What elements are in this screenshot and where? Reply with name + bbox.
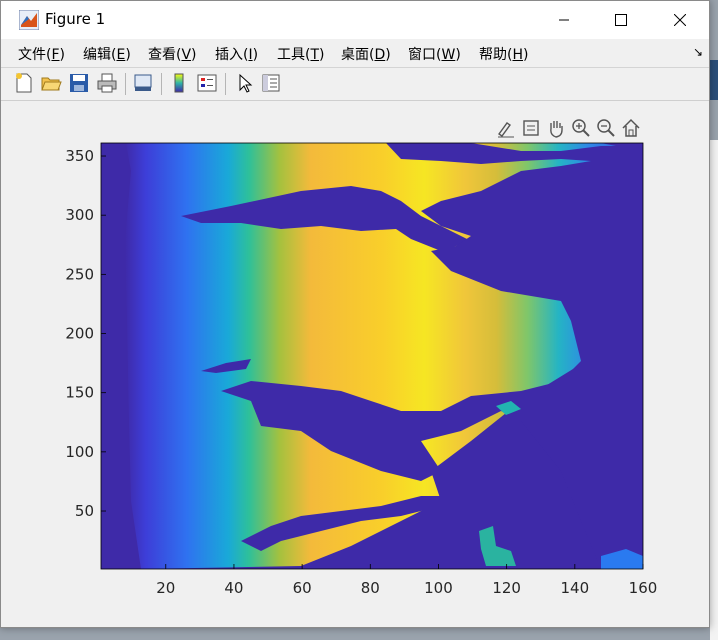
- x-tick-label: 100: [424, 579, 453, 597]
- y-tick-label: 100: [65, 443, 94, 461]
- desktop-background: [710, 140, 718, 640]
- y-tick-label: 150: [65, 384, 94, 402]
- x-tick-label: 160: [629, 579, 658, 597]
- figure-window: Figure 1 文件(F) 编辑(E) 查看(V) 插入(I) 工具(T) 桌…: [0, 0, 710, 628]
- y-axis: 50 100 150 200 250 300 350: [65, 147, 106, 520]
- x-tick-label: 20: [156, 579, 175, 597]
- y-tick-label: 300: [65, 206, 94, 224]
- x-tick-label: 120: [492, 579, 521, 597]
- x-tick-label: 40: [224, 579, 243, 597]
- y-tick-label: 350: [65, 147, 94, 165]
- x-tick-label: 80: [361, 579, 380, 597]
- y-tick-label: 50: [75, 502, 94, 520]
- x-tick-label: 140: [561, 579, 590, 597]
- heatmap-plot[interactable]: 20 40 60 80 100 120 140 160 50 100 150 200 250 300 35…: [1, 1, 709, 627]
- y-tick-label: 250: [65, 265, 94, 283]
- y-tick-label: 200: [65, 325, 94, 343]
- desktop-background: [710, 60, 718, 100]
- x-tick-label: 60: [293, 579, 312, 597]
